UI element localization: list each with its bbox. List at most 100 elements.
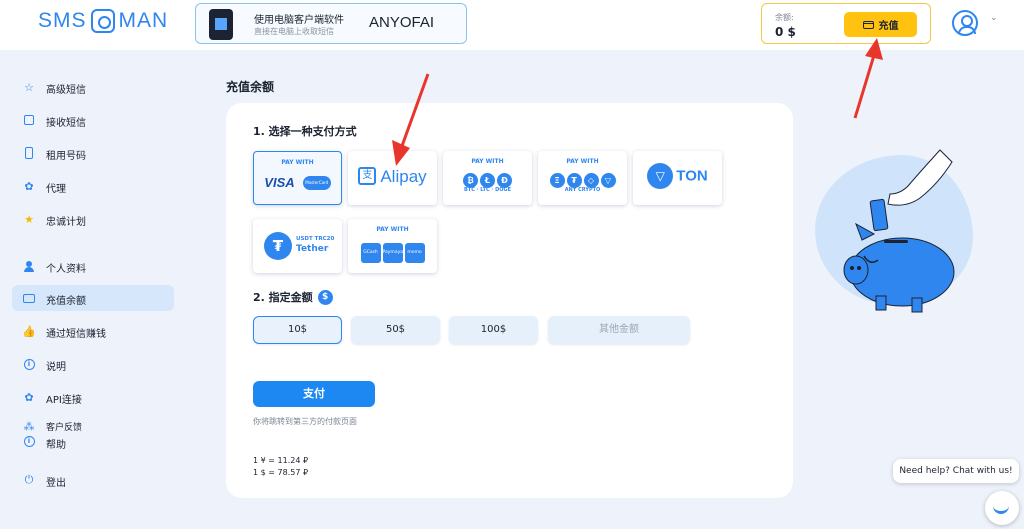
pay-with-label: PAY WITH (281, 159, 314, 166)
gcash-logo: GCash (360, 243, 381, 263)
desktop-app-promo[interactable]: 使用电脑客户端软件 直接在电脑上收取短信 ANYOFAI (195, 3, 467, 44)
tether-label: Tether (296, 244, 329, 254)
thumbs-up-icon: 👍 (22, 324, 36, 338)
sidebar-item-instructions[interactable]: i 说明 (12, 351, 174, 377)
payment-method-wallets[interactable]: PAY WITH GCash Paymaya momo (348, 219, 437, 273)
power-icon: ⏻ (24, 473, 34, 486)
paymaya-logo: Paymaya (382, 243, 403, 263)
sidebar-item-label: 个人资料 (46, 264, 86, 275)
ton-label: TON (676, 167, 708, 185)
token-icon: ▽ (600, 173, 616, 188)
chat-launcher-icon[interactable] (985, 491, 1019, 525)
litecoin-icon: Ł (480, 173, 495, 188)
pay-with-label: PAY WITH (376, 226, 409, 233)
step2-label: 2. 指定金额 (253, 291, 313, 304)
sidebar-item-label: 接收短信 (46, 118, 86, 129)
step1-heading: 1. 选择一种支付方式 (253, 125, 357, 138)
card-icon (22, 291, 36, 305)
dollar-icon: $ (317, 289, 333, 305)
sidebar-item-label: 代理 (46, 184, 66, 195)
sidebar-item-label: 通过短信赚钱 (46, 329, 106, 340)
logo-text-right: MAN (118, 9, 169, 32)
sidebar-item-label: 充值余额 (46, 296, 86, 307)
sidebar-item-label: 忠诚计划 (46, 217, 86, 228)
topup-label: 充值 (878, 21, 899, 32)
amount-10-button[interactable]: 10$ (253, 316, 342, 344)
red-arrow-alipay (392, 73, 430, 166)
alipay-logo-icon: 支 (358, 167, 377, 185)
pay-button[interactable]: 支付 (253, 381, 375, 407)
user-avatar-icon[interactable] (952, 10, 978, 36)
sidebar-item-api[interactable]: ✿ API连接 (12, 384, 174, 410)
sidebar-item-receive-sms[interactable]: 接收短信 (12, 107, 174, 133)
tether-network: USDT TRC20 (296, 236, 335, 242)
sidebar-item-label: 说明 (46, 362, 66, 373)
sidebar-item-earn[interactable]: 👍 通过短信赚钱 (12, 318, 174, 344)
payment-method-visa[interactable]: PAY WITH VISA MasterCard (253, 151, 342, 205)
balance-label: 余额: (775, 13, 794, 22)
mastercard-logo: MasterCard (302, 175, 331, 190)
exchange-rate-usd: 1 $ = 78.57 ₽ (253, 468, 309, 477)
sidebar-item-rent-number[interactable]: 租用号码 (12, 140, 174, 166)
exchange-rate-cny: 1 ¥ = 11.24 ₽ (253, 456, 309, 465)
amount-100-button[interactable]: 100$ (449, 316, 538, 344)
sidebar-item-feedback[interactable]: ⁂ 客户反馈 (12, 417, 174, 434)
sidebar-item-loyalty[interactable]: ★ 忠诚计划 (12, 206, 174, 232)
help-icon: i (22, 434, 36, 448)
any-crypto-label: ANY CRYPTO (564, 187, 601, 193)
phone-icon (22, 146, 36, 160)
ethereum-icon: Ξ (549, 173, 565, 188)
tether-icon: ₮ (566, 173, 582, 188)
redirect-note: 你将跳转到第三方的付款页面 (253, 417, 357, 426)
star-filled-icon: ★ (24, 212, 34, 226)
piggy-bank-illustration (843, 149, 955, 313)
sidebar-item-premium-sms[interactable]: ☆ 高级短信 (12, 74, 174, 100)
dogecoin-icon: Ð (497, 173, 512, 188)
crypto-list: BTC · LTC · DOGE (463, 187, 511, 193)
sidebar-item-label: API连接 (46, 395, 82, 406)
page-title: 充值余额 (226, 80, 275, 94)
sidebar-item-help[interactable]: i 帮助 (12, 432, 174, 452)
amount-50-button[interactable]: 50$ (351, 316, 440, 344)
payment-method-tether[interactable]: ₮ USDT TRC20 Tether (253, 219, 342, 273)
sidebar-item-label: 登出 (46, 478, 66, 489)
card-icon (862, 20, 874, 29)
sidebar-item-topup[interactable]: 充值余额 (12, 285, 174, 311)
balance-amount: 0 $ (775, 25, 796, 39)
sidebar-item-logout[interactable]: ⏻ 登出 (12, 467, 174, 493)
feedback-icon: ⁂ (23, 419, 35, 433)
sidebar-item-proxy[interactable]: ✿ 代理 (12, 173, 174, 199)
payment-method-crypto[interactable]: PAY WITH ₿ Ł Ð BTC · LTC · DOGE (443, 151, 532, 205)
sidebar-item-label: 帮助 (46, 440, 66, 451)
visa-logo: VISA (264, 175, 295, 190)
chevron-down-icon[interactable]: ⌄ (990, 13, 998, 23)
pay-with-label: PAY WITH (471, 158, 504, 165)
step2-heading: 2. 指定金额 $ (253, 289, 333, 305)
payment-method-ton[interactable]: ▽ TON (633, 151, 722, 205)
red-arrow-topup (853, 38, 883, 119)
promo-title: 使用电脑客户端软件 (254, 15, 344, 26)
bitcoin-icon: ₿ (463, 173, 478, 188)
user-icon (22, 259, 36, 273)
promo-code: ANYOFAI (369, 14, 435, 31)
logo-chat-icon (90, 9, 115, 33)
windows-app-icon (209, 9, 233, 40)
chat-help-bubble[interactable]: Need help? Chat with us! (893, 459, 1019, 483)
logo-text-left: SMS (38, 9, 87, 32)
tron-icon: ◇ (583, 173, 599, 188)
info-icon: i (22, 357, 36, 371)
promo-subtitle: 直接在电脑上收取短信 (254, 27, 334, 36)
star-icon: ☆ (24, 80, 34, 94)
payment-method-any-crypto[interactable]: PAY WITH Ξ ₮ ◇ ▽ ANY CRYPTO (538, 151, 627, 205)
sidebar-item-label: 租用号码 (46, 151, 86, 162)
mail-icon (22, 113, 36, 127)
smsman-logo[interactable]: SMS MAN (38, 9, 168, 33)
ton-logo-icon: ▽ (647, 163, 674, 189)
sidebar-item-profile[interactable]: 个人资料 (12, 253, 174, 279)
gear-icon: ✿ (24, 390, 34, 404)
tether-logo-icon: ₮ (264, 232, 292, 260)
pay-with-label: PAY WITH (566, 158, 599, 165)
gear-icon: ✿ (24, 179, 34, 193)
other-amount-button[interactable]: 其他金额 (548, 316, 690, 344)
sidebar: ☆ 高级短信 接收短信 租用号码 ✿ 代理 ★ 忠诚计划 个人资料 充值余额 👍… (0, 50, 185, 529)
